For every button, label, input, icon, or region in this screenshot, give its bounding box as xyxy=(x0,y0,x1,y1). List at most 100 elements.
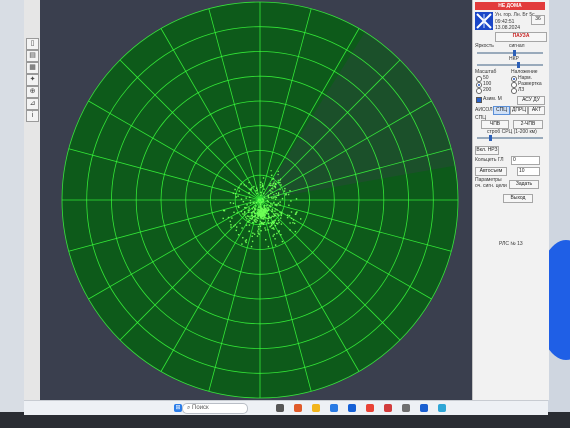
radar-target-blip xyxy=(278,221,280,224)
search-icon: ⌕ xyxy=(187,405,191,411)
set-params-button[interactable]: Задать xyxy=(509,180,539,189)
radar-target-blip xyxy=(266,210,269,212)
info-icon[interactable]: i xyxy=(26,110,39,122)
overlay-radio-lz[interactable] xyxy=(511,88,517,94)
auto-input[interactable]: 10 xyxy=(517,167,540,176)
radar-target-blip xyxy=(284,187,286,190)
radar-target-blip xyxy=(268,184,271,186)
brightness-slider[interactable] xyxy=(477,50,543,56)
radar-target-blip xyxy=(292,222,294,224)
pause-button[interactable]: ПАУЗА xyxy=(495,32,547,42)
radar-display[interactable] xyxy=(40,0,472,400)
auto-button[interactable]: Автосъем xyxy=(475,167,507,176)
radar-target-blip xyxy=(277,214,279,217)
radar-target-blip xyxy=(276,232,278,235)
security-icon[interactable] xyxy=(420,404,428,412)
radar-target-blip xyxy=(245,207,247,209)
azimuth-checkbox[interactable] xyxy=(476,97,482,103)
radar-target-blip xyxy=(255,202,258,204)
chpv-button[interactable]: ЧПВ xyxy=(481,120,509,129)
radar-target-blip xyxy=(274,238,276,240)
mode-button-sps[interactable]: СПЦ xyxy=(493,106,510,115)
radar-target-blip xyxy=(245,239,248,241)
windows-start-icon[interactable]: ⊞ xyxy=(174,404,182,412)
radar-target-blip xyxy=(256,187,258,189)
radar-target-blip xyxy=(258,212,261,214)
settings-icon[interactable] xyxy=(402,404,410,412)
radar-target-blip xyxy=(230,226,232,228)
zoom-icon[interactable]: ⊕ xyxy=(26,86,39,98)
mode-button-akt[interactable]: АКТ xyxy=(528,106,545,115)
radar-target-blip xyxy=(274,210,276,212)
save-icon[interactable]: ▤ xyxy=(26,50,39,62)
mail-icon[interactable] xyxy=(348,404,356,412)
radar-target-blip xyxy=(279,179,281,181)
document-icon[interactable]: ▯ xyxy=(26,38,39,50)
brightness-label: Яркость xyxy=(475,43,494,49)
app2-icon[interactable] xyxy=(438,404,446,412)
radar-target-blip xyxy=(263,208,266,210)
radar-target-blip xyxy=(271,204,273,206)
taskbar-search[interactable]: ⌕ Поиск xyxy=(182,403,248,414)
radar-scope[interactable] xyxy=(40,0,472,400)
radar-target-blip xyxy=(251,235,253,237)
range-slider[interactable] xyxy=(477,62,543,68)
radar-target-blip xyxy=(267,219,270,221)
radar-target-blip xyxy=(260,203,262,205)
print-icon[interactable]: ▦ xyxy=(26,62,39,74)
radar-target-blip xyxy=(235,229,237,232)
task-view-icon[interactable] xyxy=(276,404,284,412)
radar-target-blip xyxy=(272,235,274,237)
radar-target-blip xyxy=(256,192,258,195)
count-label: Кольцеть ГЛ xyxy=(475,157,504,163)
app-icon[interactable] xyxy=(384,404,392,412)
radar-target-blip xyxy=(234,193,237,195)
exit-button[interactable]: Выход xyxy=(503,194,533,203)
radar-target-blip xyxy=(260,230,262,232)
radar-target-blip xyxy=(273,181,275,183)
radar-target-blip xyxy=(287,193,290,196)
radar-target-blip xyxy=(269,226,271,228)
radar-target-blip xyxy=(271,178,273,180)
radar-target-blip xyxy=(261,198,264,200)
radar-target-blip xyxy=(233,225,235,227)
measure-icon[interactable]: ⊿ xyxy=(26,98,39,110)
radar-target-blip xyxy=(248,192,250,195)
chpv2-button[interactable]: 2-ЧПВ xyxy=(513,120,543,129)
radar-target-blip xyxy=(258,233,260,235)
radar-target-blip xyxy=(275,198,277,200)
radar-target-blip xyxy=(276,203,278,206)
radar-target-blip xyxy=(262,177,265,179)
radar-target-blip xyxy=(273,233,275,236)
file-explorer-icon[interactable] xyxy=(312,404,320,412)
radar-target-blip xyxy=(257,200,259,202)
store-icon[interactable] xyxy=(330,404,338,412)
left-toolbar: ▯ ▤ ▦ ✦ ⊕ ⊿ i xyxy=(24,0,41,400)
radar-target-blip xyxy=(241,227,243,229)
radar-target-blip xyxy=(278,192,280,194)
scale-radio-200[interactable] xyxy=(476,88,482,94)
radar-target-blip xyxy=(273,215,275,218)
strobe-slider[interactable] xyxy=(477,135,543,141)
count-input[interactable]: 0 xyxy=(511,156,540,165)
radar-target-blip xyxy=(273,178,275,180)
radar-target-blip xyxy=(256,216,258,219)
edge-icon[interactable] xyxy=(294,404,302,412)
radar-target-blip xyxy=(264,229,267,231)
mode-button-dprc[interactable]: ДПРЦ xyxy=(510,106,528,115)
asu-button[interactable]: АСУ ДУ xyxy=(517,96,545,105)
brightness-value: сигнал xyxy=(509,43,525,49)
settings-icon[interactable]: ✦ xyxy=(26,74,39,86)
radar-target-blip xyxy=(274,204,276,206)
chrome-icon[interactable] xyxy=(366,404,374,412)
radar-target-blip xyxy=(259,198,261,201)
radar-target-blip xyxy=(254,205,257,207)
radar-target-blip xyxy=(287,214,289,216)
radar-target-blip xyxy=(294,213,297,215)
radar-target-blip xyxy=(281,240,284,243)
nrz-button[interactable]: Вкл. НРЗ xyxy=(475,146,499,155)
taskbar: ⊞ ⌕ Поиск xyxy=(24,400,548,415)
radar-target-blip xyxy=(253,185,255,188)
radar-target-blip xyxy=(262,201,264,203)
radar-target-blip xyxy=(241,243,243,245)
